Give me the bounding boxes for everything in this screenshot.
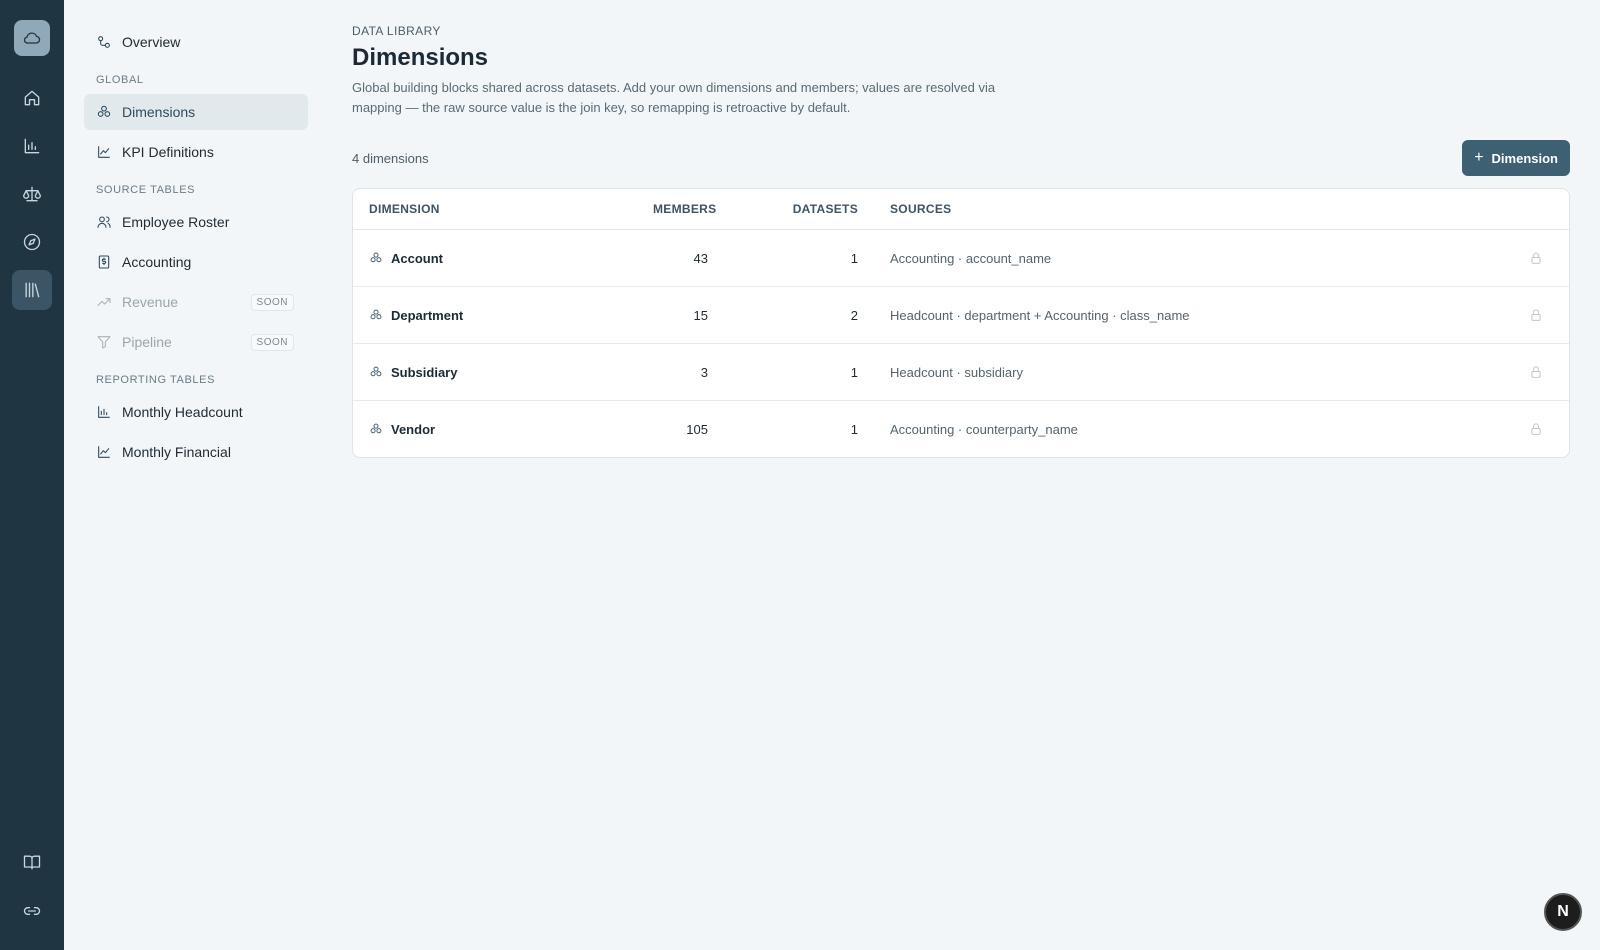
members-count: 105 (686, 421, 708, 437)
column-header-members[interactable]: MEMBERS (653, 202, 716, 216)
add-dimension-button[interactable]: + Dimension (1462, 140, 1570, 176)
nav-kpi-label: KPI Definitions (122, 144, 214, 160)
line-chart-icon (96, 144, 112, 160)
section-global: GLOBAL (96, 74, 144, 86)
dimension-name: Account (391, 250, 443, 266)
members-count: 15 (693, 307, 708, 323)
nav-monthly-headcount-label: Monthly Headcount (122, 404, 243, 420)
nav-accounting[interactable]: Accounting (84, 244, 308, 280)
nav-dimensions-label: Dimensions (122, 104, 196, 120)
column-header-sources[interactable]: SOURCES (858, 202, 1458, 216)
section-source-tables: SOURCE TABLES (96, 184, 196, 196)
line-chart-icon (96, 444, 112, 460)
scale-icon[interactable] (12, 174, 52, 214)
members-count: 3 (700, 364, 708, 380)
home-icon[interactable] (12, 78, 52, 118)
app-rail (0, 0, 64, 950)
dimensions-icon (369, 251, 383, 265)
row-name-cell: Department (353, 308, 653, 323)
nav-accounting-label: Accounting (122, 254, 192, 270)
section-reporting-tables: REPORTING TABLES (96, 374, 216, 386)
lock-icon (1529, 365, 1543, 379)
bar-chart-icon (96, 404, 112, 420)
filter-icon (96, 334, 112, 350)
plus-icon: + (1474, 149, 1484, 166)
compass-icon[interactable] (12, 222, 52, 262)
dimension-name: Department (391, 307, 464, 323)
column-header-dimension[interactable]: DIMENSION (353, 202, 653, 216)
dimensions-icon (369, 365, 383, 379)
nav-dimensions[interactable]: Dimensions (84, 94, 308, 130)
page-title: Dimensions (352, 44, 489, 71)
datasets-count: 1 (850, 421, 858, 437)
table-row[interactable]: Subsidiary 3 1 Headcount · subsidiary (353, 343, 1569, 400)
sources-text: Headcount · subsidiary (890, 364, 1023, 380)
main-content: DATA LIBRARY Dimensions Global building … (352, 24, 1570, 458)
lock-icon (1529, 422, 1543, 436)
nav-pipeline-label: Pipeline (122, 334, 172, 350)
link-icon[interactable] (22, 901, 42, 926)
breadcrumb: DATA LIBRARY (352, 24, 441, 38)
datasets-count: 1 (850, 250, 858, 266)
table-row[interactable]: Account 43 1 Accounting · account_name (353, 229, 1569, 286)
avatar[interactable]: N (1544, 893, 1582, 931)
row-name-cell: Subsidiary (353, 365, 653, 380)
overview-icon (96, 34, 112, 50)
page-description: Global building blocks shared across dat… (352, 80, 996, 115)
bar-chart-icon[interactable] (12, 126, 52, 166)
datasets-count: 1 (850, 364, 858, 380)
row-name-cell: Account (353, 251, 653, 266)
sources-text: Accounting · account_name (890, 250, 1052, 266)
toolbar: 4 dimensions + Dimension (352, 140, 1570, 176)
nav-kpi-definitions[interactable]: KPI Definitions (84, 134, 308, 170)
dimension-count: 4 dimensions (352, 150, 429, 166)
soon-badge: SOON (250, 293, 294, 311)
dimensions-icon (96, 104, 112, 120)
table-row[interactable]: Department 15 2 Headcount · department +… (353, 286, 1569, 343)
dimensions-table: DIMENSION MEMBERS DATASETS SOURCES Accou… (352, 188, 1570, 458)
library-sidebar: Overview GLOBAL Dimensions KPI Definitio… (64, 0, 337, 950)
add-dimension-label: Dimension (1491, 150, 1558, 166)
sources-text: Accounting · counterparty_name (890, 421, 1078, 437)
dimensions-icon (369, 308, 383, 322)
sources-text: Headcount · department + Accounting · cl… (890, 307, 1190, 323)
dimension-name: Subsidiary (391, 364, 458, 380)
nav-revenue-label: Revenue (122, 294, 179, 310)
nav-employee-roster-label: Employee Roster (122, 214, 230, 230)
nav-monthly-financial-label: Monthly Financial (122, 444, 231, 460)
nav-revenue: Revenue SOON (84, 284, 308, 320)
column-header-datasets[interactable]: DATASETS (708, 202, 858, 216)
lock-icon (1529, 251, 1543, 265)
nav-employee-roster[interactable]: Employee Roster (84, 204, 308, 240)
nav-monthly-financial[interactable]: Monthly Financial (84, 434, 308, 470)
nav-overview-label: Overview (122, 34, 181, 50)
datasets-count: 2 (850, 307, 858, 323)
nav-overview[interactable]: Overview (84, 24, 308, 60)
trend-icon (96, 294, 112, 310)
book-icon[interactable] (22, 852, 42, 877)
table-row[interactable]: Vendor 105 1 Accounting · counterparty_n… (353, 400, 1569, 457)
nav-monthly-headcount[interactable]: Monthly Headcount (84, 394, 308, 430)
lock-icon (1529, 308, 1543, 322)
row-name-cell: Vendor (353, 422, 653, 437)
table-header: DIMENSION MEMBERS DATASETS SOURCES (353, 189, 1569, 229)
nav-pipeline: Pipeline SOON (84, 324, 308, 360)
dimension-name: Vendor (391, 421, 436, 437)
members-count: 43 (693, 250, 708, 266)
soon-badge: SOON (250, 333, 294, 351)
dimensions-icon (369, 422, 383, 436)
users-icon (96, 214, 112, 230)
cloud-icon[interactable] (14, 20, 50, 56)
dollar-doc-icon (96, 254, 112, 270)
library-icon[interactable] (12, 270, 52, 310)
